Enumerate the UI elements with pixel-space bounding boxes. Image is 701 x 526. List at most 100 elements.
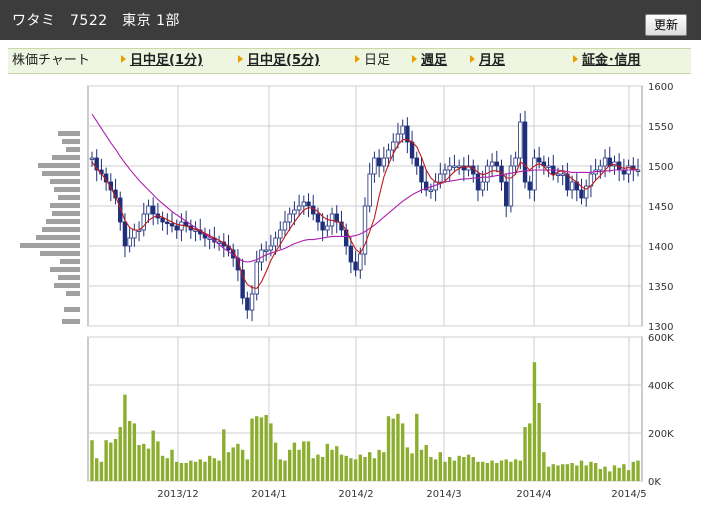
volume-bar bbox=[466, 454, 471, 481]
volume-bar bbox=[405, 447, 410, 481]
candle-down bbox=[245, 297, 250, 311]
candle-down bbox=[579, 189, 584, 199]
tab-weekly[interactable]: 週足 bbox=[412, 53, 447, 69]
volume-bar bbox=[245, 459, 250, 481]
tab-stock-chart: 株価チャート bbox=[12, 53, 90, 69]
candle-up bbox=[278, 229, 283, 239]
candle-down bbox=[536, 157, 542, 163]
volume-bar bbox=[316, 454, 320, 481]
price-volume-profile-bar bbox=[62, 139, 80, 144]
tab-intraday-1min[interactable]: 日中足(1分) bbox=[121, 53, 203, 69]
candle-up bbox=[555, 173, 561, 176]
volume-bar bbox=[429, 457, 433, 481]
price-volume-profile-bar bbox=[58, 195, 80, 200]
candle-up bbox=[287, 213, 292, 223]
candle-up bbox=[146, 205, 151, 215]
candle-down bbox=[150, 205, 156, 215]
candle-up bbox=[301, 201, 307, 207]
tab-margin-credit[interactable]: 証金･信用 bbox=[573, 53, 641, 69]
stock-title: ワタミ 7522 東京 1部 bbox=[12, 13, 180, 29]
tab-label: 日中足(5分) bbox=[247, 53, 320, 68]
candle-up bbox=[518, 121, 523, 159]
volume-bar bbox=[523, 427, 527, 481]
chart-tab-bar: 株価チャート 日中足(1分) 日中足(5分) 日足 週足 月足 証金･信用 bbox=[8, 48, 691, 74]
candle-down bbox=[504, 181, 509, 207]
volume-bar bbox=[95, 458, 99, 481]
candle-up bbox=[456, 165, 462, 168]
price-volume-profile-bar bbox=[50, 267, 80, 272]
arrow-right-icon bbox=[121, 55, 126, 63]
volume-chart: 2013/12 2014/1 2014/2 2014/3 2014/4 2014/5 600… bbox=[87, 333, 674, 500]
volume-bar bbox=[490, 460, 494, 481]
candle-up bbox=[447, 165, 452, 171]
volume-bar bbox=[546, 466, 551, 481]
candle-up bbox=[254, 261, 259, 295]
volume-bar bbox=[160, 455, 165, 481]
volume-bar bbox=[551, 464, 555, 481]
volume-bar bbox=[565, 464, 570, 481]
candle-up bbox=[395, 133, 401, 143]
candle-up bbox=[546, 165, 551, 168]
volume-bar bbox=[306, 441, 311, 481]
tab-label: 株価チャート bbox=[12, 53, 90, 68]
price-tick-label: 1600 bbox=[648, 82, 673, 93]
volume-bar bbox=[471, 457, 475, 481]
volume-bar bbox=[127, 421, 132, 481]
candle-down bbox=[306, 201, 311, 207]
volume-bar bbox=[198, 459, 202, 481]
arrow-right-icon bbox=[470, 55, 475, 63]
candle-up bbox=[508, 165, 514, 207]
refresh-button[interactable]: 更新 bbox=[645, 14, 687, 36]
candle-down bbox=[320, 221, 325, 231]
price-volume-profile-bar bbox=[52, 155, 80, 160]
tab-label: 週足 bbox=[421, 53, 448, 68]
candle-down bbox=[169, 223, 175, 227]
volume-bar bbox=[278, 459, 282, 481]
arrow-right-icon bbox=[412, 55, 417, 63]
volume-bar bbox=[287, 449, 292, 481]
tab-label: 日足 bbox=[364, 53, 391, 68]
volume-bar bbox=[570, 463, 574, 481]
volume-bar bbox=[165, 458, 170, 481]
volume-bar bbox=[372, 458, 377, 481]
candle-up bbox=[560, 173, 565, 176]
volume-bar bbox=[457, 455, 461, 481]
candle-up bbox=[452, 165, 457, 168]
candle-down bbox=[419, 165, 424, 183]
candle-up bbox=[132, 229, 137, 239]
volume-bar bbox=[325, 443, 330, 481]
price-volume-profile-bar bbox=[46, 219, 80, 224]
volume-bar bbox=[448, 457, 452, 481]
candle-down bbox=[414, 157, 419, 167]
volume-bar bbox=[443, 461, 447, 481]
candle-up bbox=[381, 157, 387, 167]
candle-up bbox=[442, 169, 448, 175]
volume-bar bbox=[424, 445, 428, 481]
volume-bar bbox=[212, 458, 217, 481]
volume-bar bbox=[631, 461, 635, 481]
volume-bar bbox=[179, 463, 184, 481]
volume-bar bbox=[344, 455, 348, 481]
volume-bar bbox=[156, 441, 160, 481]
price-volume-profile-bar bbox=[54, 187, 80, 192]
volume-tick-label: 400K bbox=[648, 381, 674, 392]
tab-intraday-5min[interactable]: 日中足(5分) bbox=[238, 53, 320, 69]
candle-down bbox=[315, 213, 321, 223]
volume-bar bbox=[513, 459, 518, 481]
volume-bar bbox=[509, 461, 513, 481]
price-tick-label: 1300 bbox=[648, 322, 673, 333]
candle-up bbox=[428, 189, 434, 192]
volume-bar bbox=[636, 460, 640, 481]
volume-bar bbox=[622, 464, 626, 481]
candle-up bbox=[292, 209, 297, 215]
volume-bar bbox=[452, 460, 457, 481]
volume-bar bbox=[226, 452, 231, 481]
volume-bar bbox=[480, 461, 485, 481]
candle-down bbox=[527, 181, 532, 191]
tab-monthly[interactable]: 月足 bbox=[470, 53, 505, 69]
price-volume-profile-bar bbox=[62, 319, 80, 324]
volume-bar bbox=[386, 416, 391, 481]
volume-bar bbox=[382, 452, 386, 481]
price-volume-profile-bar bbox=[36, 235, 80, 240]
volume-bar bbox=[222, 429, 226, 481]
